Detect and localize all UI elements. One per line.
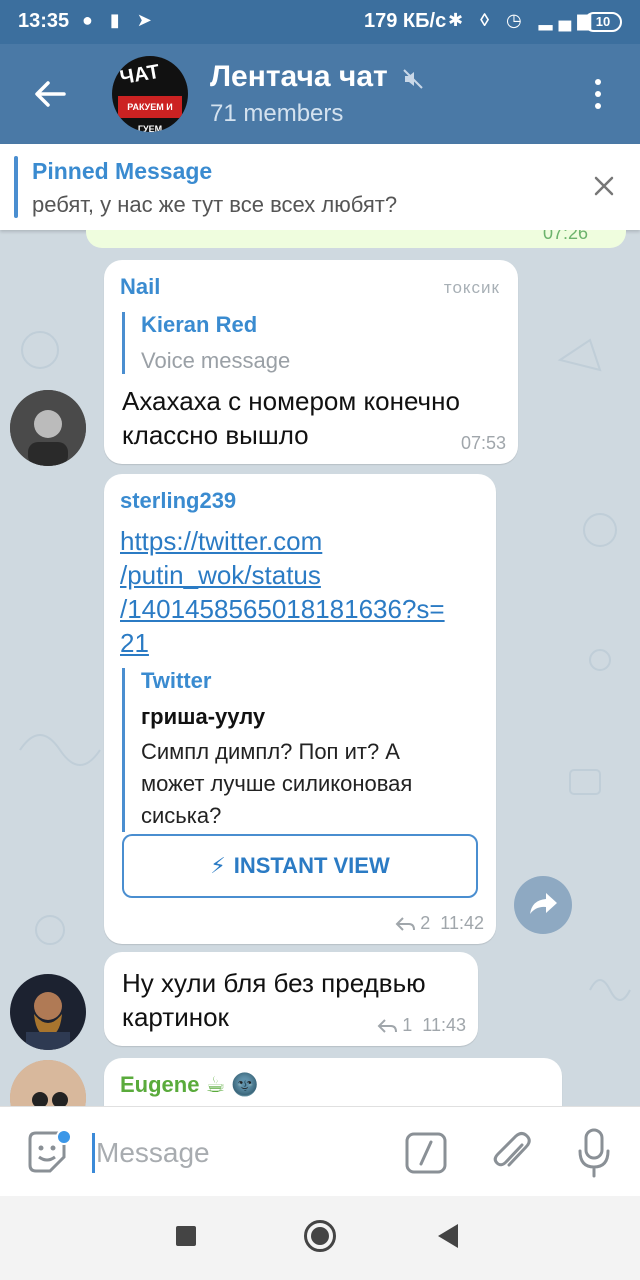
- sender-name[interactable]: sterling239: [120, 488, 236, 514]
- message-text: Ахахаха с номером конечно классно вышло: [122, 384, 460, 452]
- message-link[interactable]: https://twitter.com /putin_wok/status /1…: [120, 524, 490, 660]
- preview-description: Симпл димпл? Поп ит? А может лучше силик…: [141, 736, 472, 832]
- share-button[interactable]: [514, 876, 572, 934]
- link-line: /putin_wok/status: [120, 560, 321, 590]
- link-line: https://twitter.com: [120, 526, 323, 556]
- back-arrow-icon[interactable]: [30, 74, 70, 114]
- reply-author: Kieran Red: [141, 312, 258, 337]
- chat-area[interactable]: 07:26 Nail токсик Kieran Red Voice messa…: [0, 230, 640, 1106]
- avatar[interactable]: [10, 390, 86, 466]
- lightning-icon: ⚡: [210, 853, 226, 878]
- message-line: классно вышло: [122, 420, 309, 450]
- pinned-bar: [14, 156, 18, 218]
- reply-quote[interactable]: Kieran Red Voice message: [122, 312, 290, 374]
- preview-line: Симпл димпл? Поп ит? А: [141, 739, 400, 764]
- message-time: 11:42: [440, 913, 484, 933]
- link-line: 21: [120, 628, 149, 658]
- link-preview[interactable]: Twitter гриша-уулу Симпл димпл? Поп ит? …: [122, 668, 472, 832]
- text-caret: [92, 1133, 95, 1173]
- message-bubble[interactable]: Eugene ☕ 🌚: [104, 1058, 562, 1106]
- message-time: 07:53: [460, 433, 506, 453]
- pinned-message[interactable]: Pinned Message ребят, у нас же тут все в…: [0, 144, 640, 230]
- members-count: 71 members: [210, 100, 344, 127]
- reply-count: 1: [402, 1015, 413, 1035]
- message-input[interactable]: [96, 1133, 376, 1173]
- system-icons: ✱ ◊ ◷ ▂▄▆: [448, 10, 598, 30]
- pinned-text: ребят, у нас же тут все всех любят?: [32, 192, 398, 217]
- reply-arrow-icon: [377, 1019, 398, 1033]
- message-bubble[interactable]: Nail токсик Kieran Red Voice message Аха…: [104, 260, 518, 464]
- more-menu-icon[interactable]: [586, 76, 610, 112]
- paperclip-icon[interactable]: [490, 1129, 534, 1177]
- preview-site: Twitter: [141, 668, 212, 693]
- recent-apps-icon[interactable]: [176, 1226, 196, 1246]
- instant-view-label: INSTANT VIEW: [233, 853, 390, 878]
- message-bubble[interactable]: sterling239 https://twitter.com /putin_w…: [104, 474, 496, 944]
- share-icon: [530, 893, 557, 914]
- chat-header: ЧАТ РАКУЕМ И ГУЕМ Лентача чат 71 members: [0, 44, 640, 144]
- admin-tag: токсик: [443, 278, 500, 297]
- preview-line: может лучше силиконовая: [141, 771, 413, 796]
- system-navigation-bar: [0, 1196, 640, 1280]
- reply-arrow-icon: [395, 917, 416, 931]
- group-avatar[interactable]: ЧАТ РАКУЕМ И ГУЕМ: [112, 56, 188, 132]
- message-meta: 2 11:42: [395, 913, 484, 934]
- chat-title[interactable]: Лентача чат: [210, 60, 388, 94]
- status-bar: 13:35 ● ▮ ➤ 179 КБ/с ✱ ◊ ◷ ▂▄▆ 10: [0, 0, 640, 44]
- microphone-icon[interactable]: [576, 1127, 612, 1179]
- sender-name[interactable]: Eugene ☕ 🌚: [120, 1072, 259, 1098]
- pinned-title: Pinned Message: [32, 158, 213, 184]
- notification-icons: ● ▮ ➤: [82, 10, 158, 30]
- reply-count: 2: [420, 913, 431, 933]
- message-bubble[interactable]: Ну хули бля без предвью картинок 1 11:43: [104, 952, 478, 1046]
- status-time: 13:35: [18, 10, 70, 32]
- instant-view-button[interactable]: ⚡ INSTANT VIEW: [122, 834, 478, 898]
- bot-commands-icon[interactable]: [404, 1131, 448, 1175]
- message-time: 07:26: [542, 230, 588, 243]
- avatar-photo: [10, 974, 86, 1050]
- network-speed: 179 КБ/с: [364, 10, 447, 32]
- home-icon[interactable]: [304, 1220, 336, 1252]
- avatar-photo: [10, 390, 86, 466]
- message-line: Ну хули бля без предвью: [122, 968, 426, 998]
- mute-icon: [403, 69, 423, 89]
- message-meta: 1 11:43: [377, 1015, 466, 1036]
- reply-text: Voice message: [141, 348, 291, 373]
- message-line: Ахахаха с номером конечно: [122, 386, 460, 416]
- previous-own-message[interactable]: 07:26: [86, 230, 626, 248]
- message-input-bar: [0, 1106, 640, 1196]
- link-line: /1401458565018181636?s=: [120, 594, 445, 624]
- close-icon[interactable]: [590, 172, 618, 200]
- avatar[interactable]: [10, 974, 86, 1050]
- message-time: 11:43: [422, 1015, 466, 1035]
- avatar-text-bottom: РАКУЕМ И ГУЕМ: [118, 96, 182, 132]
- avatar-text-top: ЧАТ: [118, 60, 162, 90]
- battery-icon: 10: [584, 12, 622, 32]
- system-back-icon[interactable]: [438, 1224, 458, 1248]
- preview-line: сиська?: [141, 803, 222, 828]
- preview-author: гриша-уулу: [141, 704, 266, 729]
- sender-name[interactable]: Nail: [120, 274, 160, 300]
- new-stickers-badge: [56, 1129, 72, 1145]
